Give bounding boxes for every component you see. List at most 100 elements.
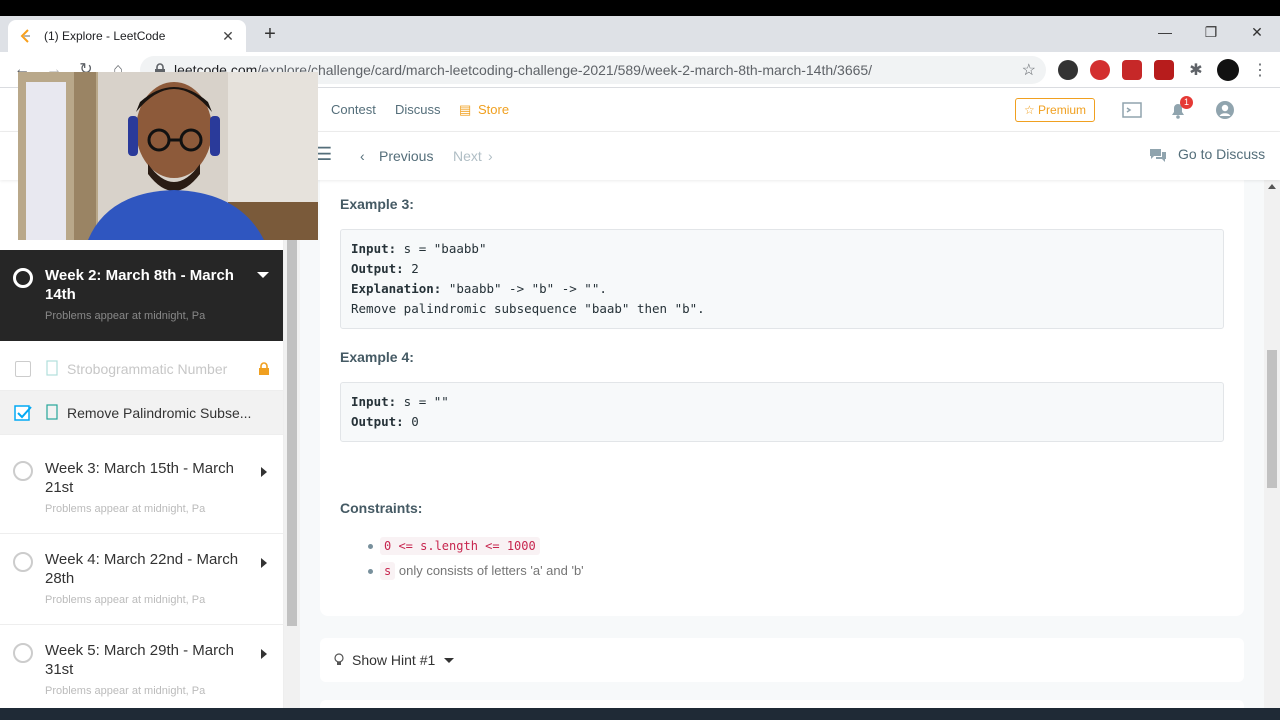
- bookmark-star-icon[interactable]: ☆: [1022, 60, 1036, 80]
- progress-circle-icon: [13, 643, 33, 663]
- extension-icon[interactable]: [1090, 60, 1110, 80]
- hint-label: Show Hint #1: [352, 652, 436, 668]
- chevron-right-icon: ›: [488, 148, 493, 164]
- sidebar-scroll-thumb[interactable]: [287, 240, 297, 626]
- previous-button[interactable]: Previous: [379, 148, 433, 164]
- code-label: Input:: [351, 241, 397, 256]
- next-hint-panel[interactable]: [320, 700, 1244, 708]
- discuss-icon: [1150, 149, 1166, 162]
- leetcode-favicon-icon: [20, 29, 30, 43]
- progress-circle-icon: [13, 461, 33, 481]
- week-item[interactable]: Week 4: March 22nd - March 28th Problems…: [0, 534, 283, 625]
- store-icon[interactable]: ▤: [459, 102, 471, 118]
- week-item[interactable]: Week 5: March 29th - March 31st Problems…: [0, 625, 283, 708]
- minimize-button[interactable]: —: [1142, 20, 1188, 44]
- week-subtitle: Problems appear at midnight, Pa: [45, 310, 206, 322]
- code-text: Remove palindromic subsequence "baab" th…: [351, 301, 705, 316]
- go-to-discuss-link[interactable]: Go to Discuss: [1178, 146, 1265, 162]
- problem-item-current[interactable]: Remove Palindromic Subse...: [0, 391, 283, 435]
- restore-button[interactable]: ❐: [1188, 20, 1234, 44]
- code-text: s = "baabb": [396, 241, 487, 256]
- bullet-dot: [368, 569, 373, 574]
- example-4-heading: Example 4:: [340, 349, 414, 365]
- code-text: 0: [403, 414, 419, 429]
- puzzle-extensions-icon[interactable]: ✱: [1186, 60, 1206, 80]
- code-label: Output:: [351, 414, 404, 429]
- example-3-heading: Example 3:: [340, 196, 414, 212]
- constraint-code: s: [380, 562, 396, 580]
- week-title: Week 5: March 29th - March 31st: [45, 642, 234, 678]
- chevron-left-icon: ‹: [360, 148, 365, 164]
- windows-taskbar: [0, 708, 1280, 720]
- week-subtitle: Problems appear at midnight, Pa: [45, 503, 206, 515]
- close-window-button[interactable]: ✕: [1234, 20, 1280, 44]
- tab-close-icon[interactable]: ✕: [220, 28, 236, 45]
- problem-label: Strobogrammatic Number: [67, 361, 228, 377]
- week-title: Week 4: March 22nd - March 28th: [45, 551, 239, 587]
- webcam-overlay: [18, 72, 318, 240]
- browser-tab[interactable]: (1) Explore - LeetCode ✕: [8, 20, 246, 52]
- forward-extension-icon[interactable]: [1122, 60, 1142, 80]
- notification-badge: 1: [1180, 96, 1193, 109]
- example-3-block: Input: s = "baabb" Output: 2 Explanation…: [340, 229, 1224, 329]
- profile-avatar[interactable]: [1217, 59, 1239, 81]
- pdf-extension-icon[interactable]: [1154, 60, 1174, 80]
- caret-right-icon: [261, 649, 267, 659]
- checkbox-checked-icon[interactable]: [14, 404, 33, 422]
- week-title: Week 3: March 15th - March 21st: [45, 460, 234, 496]
- url-path: /explore/challenge/card/march-leetcoding…: [257, 62, 873, 78]
- problem-item[interactable]: Strobogrammatic Number: [0, 347, 283, 391]
- constraint-item: 0 <= s.length <= 1000: [380, 537, 540, 555]
- premium-label: Premium: [1038, 103, 1087, 117]
- screen-top-bar: [0, 0, 1280, 16]
- problem-card: Example 3: Input: s = "baabb" Output: 2 …: [320, 180, 1244, 616]
- week-subtitle: Problems appear at midnight, Pa: [45, 685, 206, 697]
- checkbox-empty-icon[interactable]: [15, 361, 31, 377]
- next-button[interactable]: Next: [453, 148, 482, 164]
- problem-label: Remove Palindromic Subse...: [67, 405, 252, 421]
- caret-right-icon: [261, 467, 267, 477]
- week-subtitle: Problems appear at midnight, Pa: [45, 594, 206, 606]
- code-label: Output:: [351, 261, 404, 276]
- nav-contest[interactable]: Contest: [331, 102, 376, 117]
- constraints-heading: Constraints:: [340, 500, 423, 516]
- code-label: Explanation:: [351, 281, 442, 296]
- play-extension-icon[interactable]: [1058, 60, 1078, 80]
- new-tab-button[interactable]: +: [258, 24, 282, 44]
- sidebar: Week 2: March 8th - March 14th Problems …: [0, 180, 284, 708]
- document-icon: [46, 404, 58, 420]
- nav-discuss[interactable]: Discuss: [395, 102, 441, 117]
- nav-store[interactable]: Store: [478, 102, 509, 117]
- tab-strip: (1) Explore - LeetCode ✕ + — ❐ ✕: [0, 16, 1280, 52]
- constraint-code: 0 <= s.length <= 1000: [380, 537, 540, 555]
- premium-button[interactable]: ☆ Premium: [1015, 98, 1095, 122]
- caret-down-icon: [257, 272, 269, 278]
- example-4-block: Input: s = "" Output: 0: [340, 382, 1224, 442]
- show-hint-button[interactable]: Show Hint #1: [320, 638, 1244, 682]
- tab-title: (1) Explore - LeetCode: [44, 29, 166, 43]
- document-icon: [46, 360, 58, 376]
- caret-right-icon: [261, 558, 267, 568]
- week-title: Week 2: March 8th - March 14th: [45, 267, 234, 303]
- progress-circle-icon: [13, 552, 33, 572]
- progress-circle-icon: [13, 268, 33, 288]
- playground-icon[interactable]: [1122, 100, 1142, 120]
- week-item-active[interactable]: Week 2: March 8th - March 14th Problems …: [0, 250, 283, 341]
- code-text: "baabb" -> "b" -> "".: [441, 281, 607, 296]
- bullet-dot: [368, 544, 373, 549]
- menu-icon[interactable]: ☰: [316, 144, 332, 165]
- browser-menu-icon[interactable]: ⋮: [1250, 60, 1270, 80]
- constraint-text: only consists of letters 'a' and 'b': [398, 563, 584, 578]
- code-label: Input:: [351, 394, 397, 409]
- user-avatar-icon[interactable]: [1215, 100, 1235, 120]
- constraint-item: s only consists of letters 'a' and 'b': [380, 562, 584, 580]
- scroll-up-arrow-icon[interactable]: [1268, 184, 1276, 189]
- caret-down-icon: [444, 658, 454, 663]
- webcam-video-image: [18, 72, 318, 240]
- code-text: s = "": [396, 394, 449, 409]
- page-scroll-thumb[interactable]: [1267, 350, 1277, 488]
- code-text: 2: [403, 261, 419, 276]
- week-item[interactable]: Week 3: March 15th - March 21st Problems…: [0, 443, 283, 534]
- lightbulb-icon: [334, 653, 344, 665]
- main-content: Example 3: Input: s = "baabb" Output: 2 …: [300, 180, 1264, 708]
